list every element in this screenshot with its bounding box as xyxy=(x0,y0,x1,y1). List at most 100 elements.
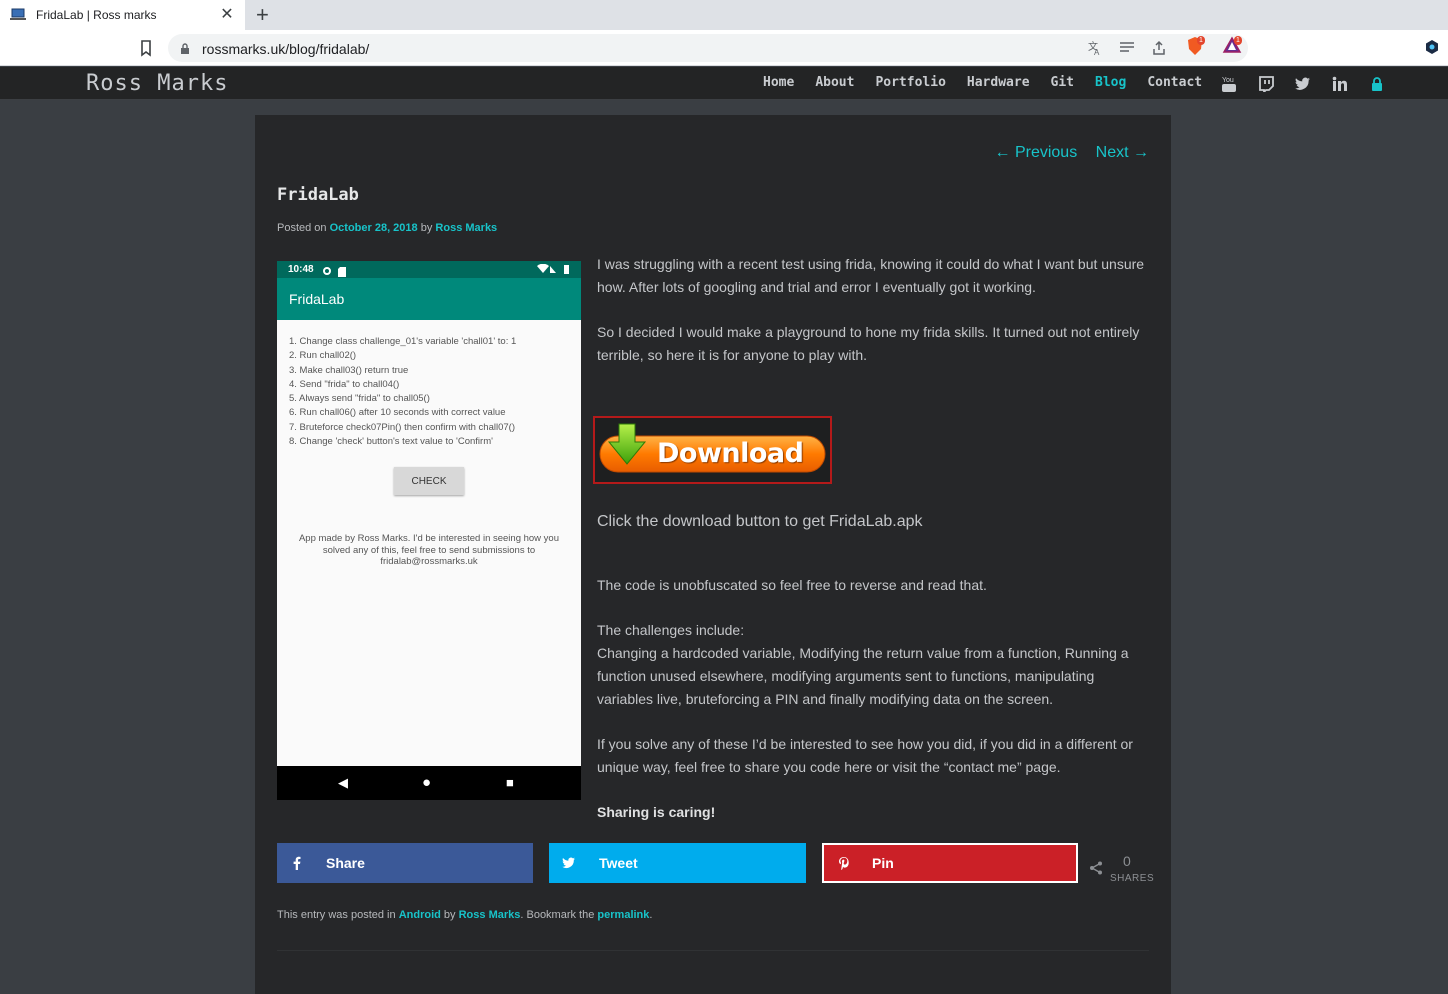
challenge-item: 7. Bruteforce check07Pin() then confirm … xyxy=(289,421,515,433)
challenges-heading: The challenges include: xyxy=(597,622,745,638)
nav-blog[interactable]: Blog xyxy=(1095,75,1126,90)
post-meta: Posted on October 28, 2018 by Ross Marks xyxy=(277,222,497,234)
challenge-item: 8. Change 'check' button's text value to… xyxy=(289,436,493,448)
site-header: Ross Marks Home About Portfolio Hardware… xyxy=(0,67,1448,100)
lock-icon[interactable] xyxy=(1367,75,1387,93)
download-graphic: Download xyxy=(599,422,828,478)
post-title: FridaLab xyxy=(277,185,359,205)
bookmark-icon[interactable] xyxy=(137,39,155,57)
post-date-link[interactable]: October 28, 2018 xyxy=(330,222,418,234)
share-page-icon[interactable] xyxy=(1150,39,1168,57)
challenge-item: 4. Send "frida" to chall04() xyxy=(289,378,400,390)
footer-bookmark: . Bookmark the xyxy=(520,909,595,921)
pinterest-icon xyxy=(824,856,864,870)
tweet-label: Tweet xyxy=(599,855,638,871)
challenge-item: 6. Run chall06() after 10 seconds with c… xyxy=(289,407,506,419)
nav-git[interactable]: Git xyxy=(1051,75,1074,90)
download-button[interactable]: Download xyxy=(593,416,832,484)
sd-card-icon xyxy=(338,264,346,282)
permalink-link[interactable]: permalink xyxy=(597,909,649,921)
nav-home[interactable]: Home xyxy=(763,75,794,90)
sharing-text: Sharing is caring! xyxy=(597,801,1152,824)
intro-paragraph: I was struggling with a recent test usin… xyxy=(597,256,1145,295)
download-instructions: Click the download button to get FridaLa… xyxy=(597,513,923,530)
footer-author-link[interactable]: Ross Marks xyxy=(459,909,521,921)
twitter-icon[interactable] xyxy=(1293,75,1313,93)
lock-icon[interactable] xyxy=(180,42,190,60)
phone-check-button: CHECK xyxy=(394,467,464,495)
recents-icon: ■ xyxy=(506,775,514,790)
posted-on-label: Posted on xyxy=(277,222,327,234)
divider xyxy=(277,950,1149,951)
address-bar[interactable]: rossmarks.uk/blog/fridalab/ 文A xyxy=(168,34,1248,62)
brave-rewards-icon[interactable]: 1 xyxy=(1222,36,1244,58)
facebook-share-button[interactable]: Share xyxy=(277,843,533,883)
challenge-list: 1. Change class challenge_01's variable … xyxy=(277,320,581,449)
url-text: rossmarks.uk/blog/fridalab/ xyxy=(202,41,370,57)
author-link[interactable]: Ross Marks xyxy=(435,222,497,234)
nav-hardware[interactable]: Hardware xyxy=(967,75,1030,90)
tab-title: FridaLab | Ross marks xyxy=(36,8,157,22)
share-count-number: 0 xyxy=(1123,853,1131,869)
reader-mode-icon[interactable] xyxy=(1118,39,1136,57)
settings-gear-icon xyxy=(322,263,332,281)
footer-by: by xyxy=(443,909,456,921)
browser-tab[interactable]: FridaLab | Ross marks ✕ xyxy=(0,0,245,30)
new-tab-button[interactable]: + xyxy=(256,3,269,27)
phone-time: 10:48 xyxy=(288,264,314,275)
nav-contact[interactable]: Contact xyxy=(1147,75,1202,90)
svg-text:You: You xyxy=(1222,77,1234,84)
pinterest-pin-button[interactable]: Pin xyxy=(822,843,1078,883)
next-post-link[interactable]: Next → xyxy=(1096,144,1149,161)
browser-toolbar: rossmarks.uk/blog/fridalab/ 文A 1 1 xyxy=(0,30,1448,66)
brave-shield-icon[interactable]: 1 xyxy=(1186,36,1206,58)
rewards-badge: 1 xyxy=(1234,36,1242,45)
twitter-tweet-button[interactable]: Tweet xyxy=(549,843,806,883)
pin-label: Pin xyxy=(872,855,894,871)
close-tab-icon[interactable]: ✕ xyxy=(219,7,235,23)
site-title[interactable]: Ross Marks xyxy=(86,71,228,96)
social-links: You xyxy=(1219,75,1387,93)
challenge-item: 3. Make chall03() return true xyxy=(289,364,409,376)
twitch-icon[interactable] xyxy=(1256,75,1276,93)
solve-paragraph: If you solve any of these I’d be interes… xyxy=(597,736,1133,775)
facebook-icon xyxy=(277,856,317,870)
post-navigation: ← Previous Next → xyxy=(981,144,1150,162)
previous-post-link[interactable]: ← Previous xyxy=(995,144,1078,161)
wifi-battery-icon xyxy=(537,263,571,276)
home-icon: ● xyxy=(422,774,432,791)
extension-icon[interactable] xyxy=(1424,39,1440,55)
sharing-bold: Sharing is caring! xyxy=(597,804,716,820)
back-icon: ◀ xyxy=(338,775,348,790)
share-icon xyxy=(1089,861,1103,880)
by-label: by xyxy=(420,222,433,234)
youtube-icon[interactable]: You xyxy=(1219,75,1239,93)
nav-portfolio[interactable]: Portfolio xyxy=(875,75,945,90)
fridalab-screenshot: 10:48 FridaLab 1. Change class challenge… xyxy=(277,261,581,800)
translate-icon[interactable]: 文A xyxy=(1086,39,1104,57)
phone-note: App made by Ross Marks. I'd be intereste… xyxy=(298,533,560,567)
svg-text:A: A xyxy=(1094,48,1100,56)
linkedin-icon[interactable] xyxy=(1330,75,1350,93)
footer-end: . xyxy=(649,909,653,921)
challenge-item: 1. Change class challenge_01's variable … xyxy=(289,336,517,347)
phone-navbar: ◀ ● ■ xyxy=(277,766,581,800)
share-count-label: SHARES xyxy=(1110,873,1155,884)
laptop-favicon-icon xyxy=(10,8,26,22)
playground-paragraph: So I decided I would make a playground t… xyxy=(597,324,1140,363)
shield-badge: 1 xyxy=(1197,36,1205,45)
facebook-share-label: Share xyxy=(326,855,365,871)
entry-footer: This entry was posted in Android by Ross… xyxy=(277,909,652,921)
twitter-icon xyxy=(549,857,589,869)
challenges-paragraph: Changing a hardcoded variable, Modifying… xyxy=(597,645,1129,707)
phone-statusbar: 10:48 xyxy=(277,261,581,278)
category-link[interactable]: Android xyxy=(399,909,441,921)
main-nav: Home About Portfolio Hardware Git Blog C… xyxy=(763,75,1223,90)
challenge-item: 5. Always send "frida" to chall05() xyxy=(289,393,430,405)
post-panel: ← Previous Next → FridaLab Posted on Oct… xyxy=(255,115,1171,994)
download-label: Download xyxy=(657,438,804,469)
browser-tabstrip: FridaLab | Ross marks ✕ + xyxy=(0,0,1448,30)
nav-about[interactable]: About xyxy=(815,75,854,90)
phone-appbar: FridaLab xyxy=(277,278,581,320)
footer-prefix: This entry was posted in xyxy=(277,909,396,921)
